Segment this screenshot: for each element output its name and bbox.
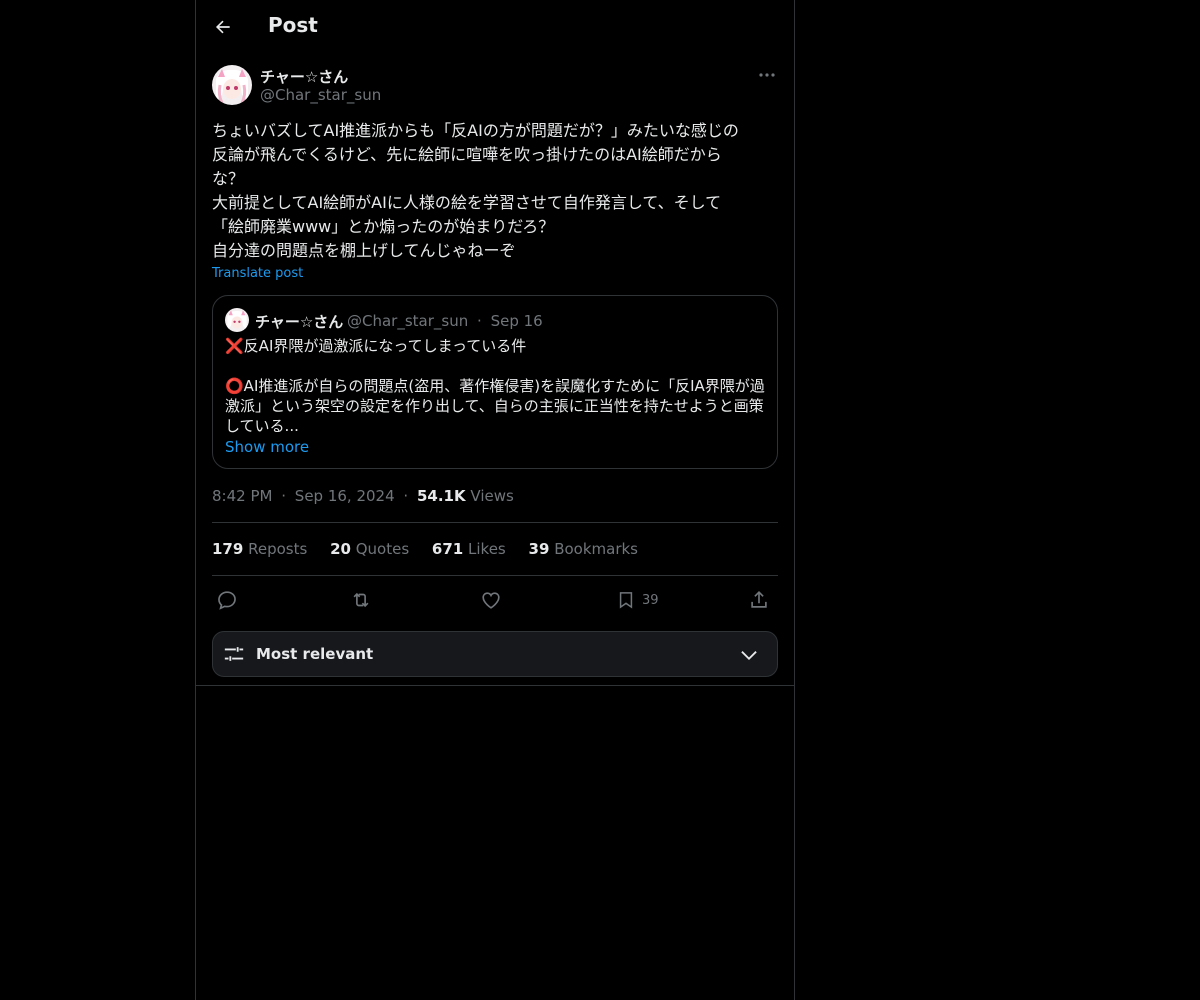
repost-button[interactable] bbox=[349, 586, 373, 614]
quoted-text: ❌反AI界隈が過激派になってしまっている件 ⭕AI推進派が自らの問題点(盗用、著… bbox=[225, 337, 765, 435]
quoted-date: Sep 16 bbox=[490, 312, 543, 330]
show-more-link[interactable]: Show more bbox=[225, 438, 309, 456]
author-display-name[interactable]: チャー☆さん bbox=[260, 66, 348, 87]
share-button[interactable] bbox=[748, 586, 770, 614]
more-options-button[interactable] bbox=[756, 64, 778, 86]
quoted-post[interactable]: チャー☆さん @Char_star_sun · Sep 16 ❌反AI界隈が過激… bbox=[212, 295, 778, 469]
quotes-stat[interactable]: 20 Quotes bbox=[330, 540, 409, 558]
sort-replies-dropdown[interactable]: Most relevant bbox=[212, 631, 778, 677]
bookmark-button[interactable]: 39 bbox=[616, 586, 659, 614]
bookmarks-stat[interactable]: 39 Bookmarks bbox=[529, 540, 638, 558]
views-label: Views bbox=[470, 487, 514, 505]
reply-icon bbox=[218, 591, 236, 610]
quoted-display-name: チャー☆さん bbox=[255, 313, 344, 331]
views-count: 54.1K bbox=[416, 487, 466, 505]
post-date[interactable]: Sep 16, 2024 bbox=[295, 487, 395, 505]
translate-post-link[interactable]: Translate post bbox=[212, 266, 303, 281]
divider bbox=[212, 575, 778, 576]
action-bar: 39 bbox=[212, 586, 778, 614]
post-header: チャー☆さん @Char_star_sun bbox=[212, 64, 778, 108]
like-button[interactable] bbox=[480, 586, 502, 614]
meta-separator: · bbox=[403, 487, 409, 505]
post-time[interactable]: 8:42 PM bbox=[212, 487, 272, 505]
share-icon bbox=[751, 591, 767, 608]
page-title: Post bbox=[268, 13, 318, 37]
quoted-separator: · bbox=[477, 312, 482, 330]
divider bbox=[212, 522, 778, 523]
sort-label: Most relevant bbox=[256, 645, 374, 663]
bookmark-count: 39 bbox=[642, 592, 659, 608]
avatar[interactable] bbox=[212, 65, 252, 105]
sliders-icon bbox=[224, 647, 244, 661]
quoted-meta: @Char_star_sun · Sep 16 bbox=[347, 312, 543, 330]
reply-button[interactable] bbox=[216, 586, 238, 614]
post-text: ちょいバズしてAI推進派からも「反AIの方が問題だが？」みたいな感じの 反論が飛… bbox=[212, 121, 739, 260]
meta-separator: · bbox=[281, 487, 287, 505]
heart-icon bbox=[482, 592, 500, 609]
divider bbox=[196, 685, 794, 686]
back-button[interactable] bbox=[206, 10, 240, 44]
quoted-avatar bbox=[225, 308, 249, 332]
reposts-stat[interactable]: 179 Reposts bbox=[212, 540, 307, 558]
author-handle[interactable]: @Char_star_sun bbox=[260, 86, 381, 104]
quoted-handle: @Char_star_sun bbox=[347, 312, 469, 330]
bookmark-icon bbox=[619, 592, 633, 609]
post-column: Post チャー☆さん @Char_star_sun ちょいバズしてAI推進派か… bbox=[195, 0, 795, 1000]
back-arrow-icon bbox=[215, 20, 230, 34]
chevron-down-icon bbox=[741, 651, 757, 661]
likes-stat[interactable]: 671 Likes bbox=[432, 540, 506, 558]
repost-icon bbox=[353, 592, 369, 608]
post-meta: 8:42 PM · Sep 16, 2024 · 54.1K Views bbox=[212, 487, 514, 505]
engagement-stats: 179 Reposts 20 Quotes 671 Likes 39 Bookm… bbox=[212, 540, 778, 558]
more-icon bbox=[759, 73, 775, 77]
top-bar: Post bbox=[196, 0, 794, 54]
